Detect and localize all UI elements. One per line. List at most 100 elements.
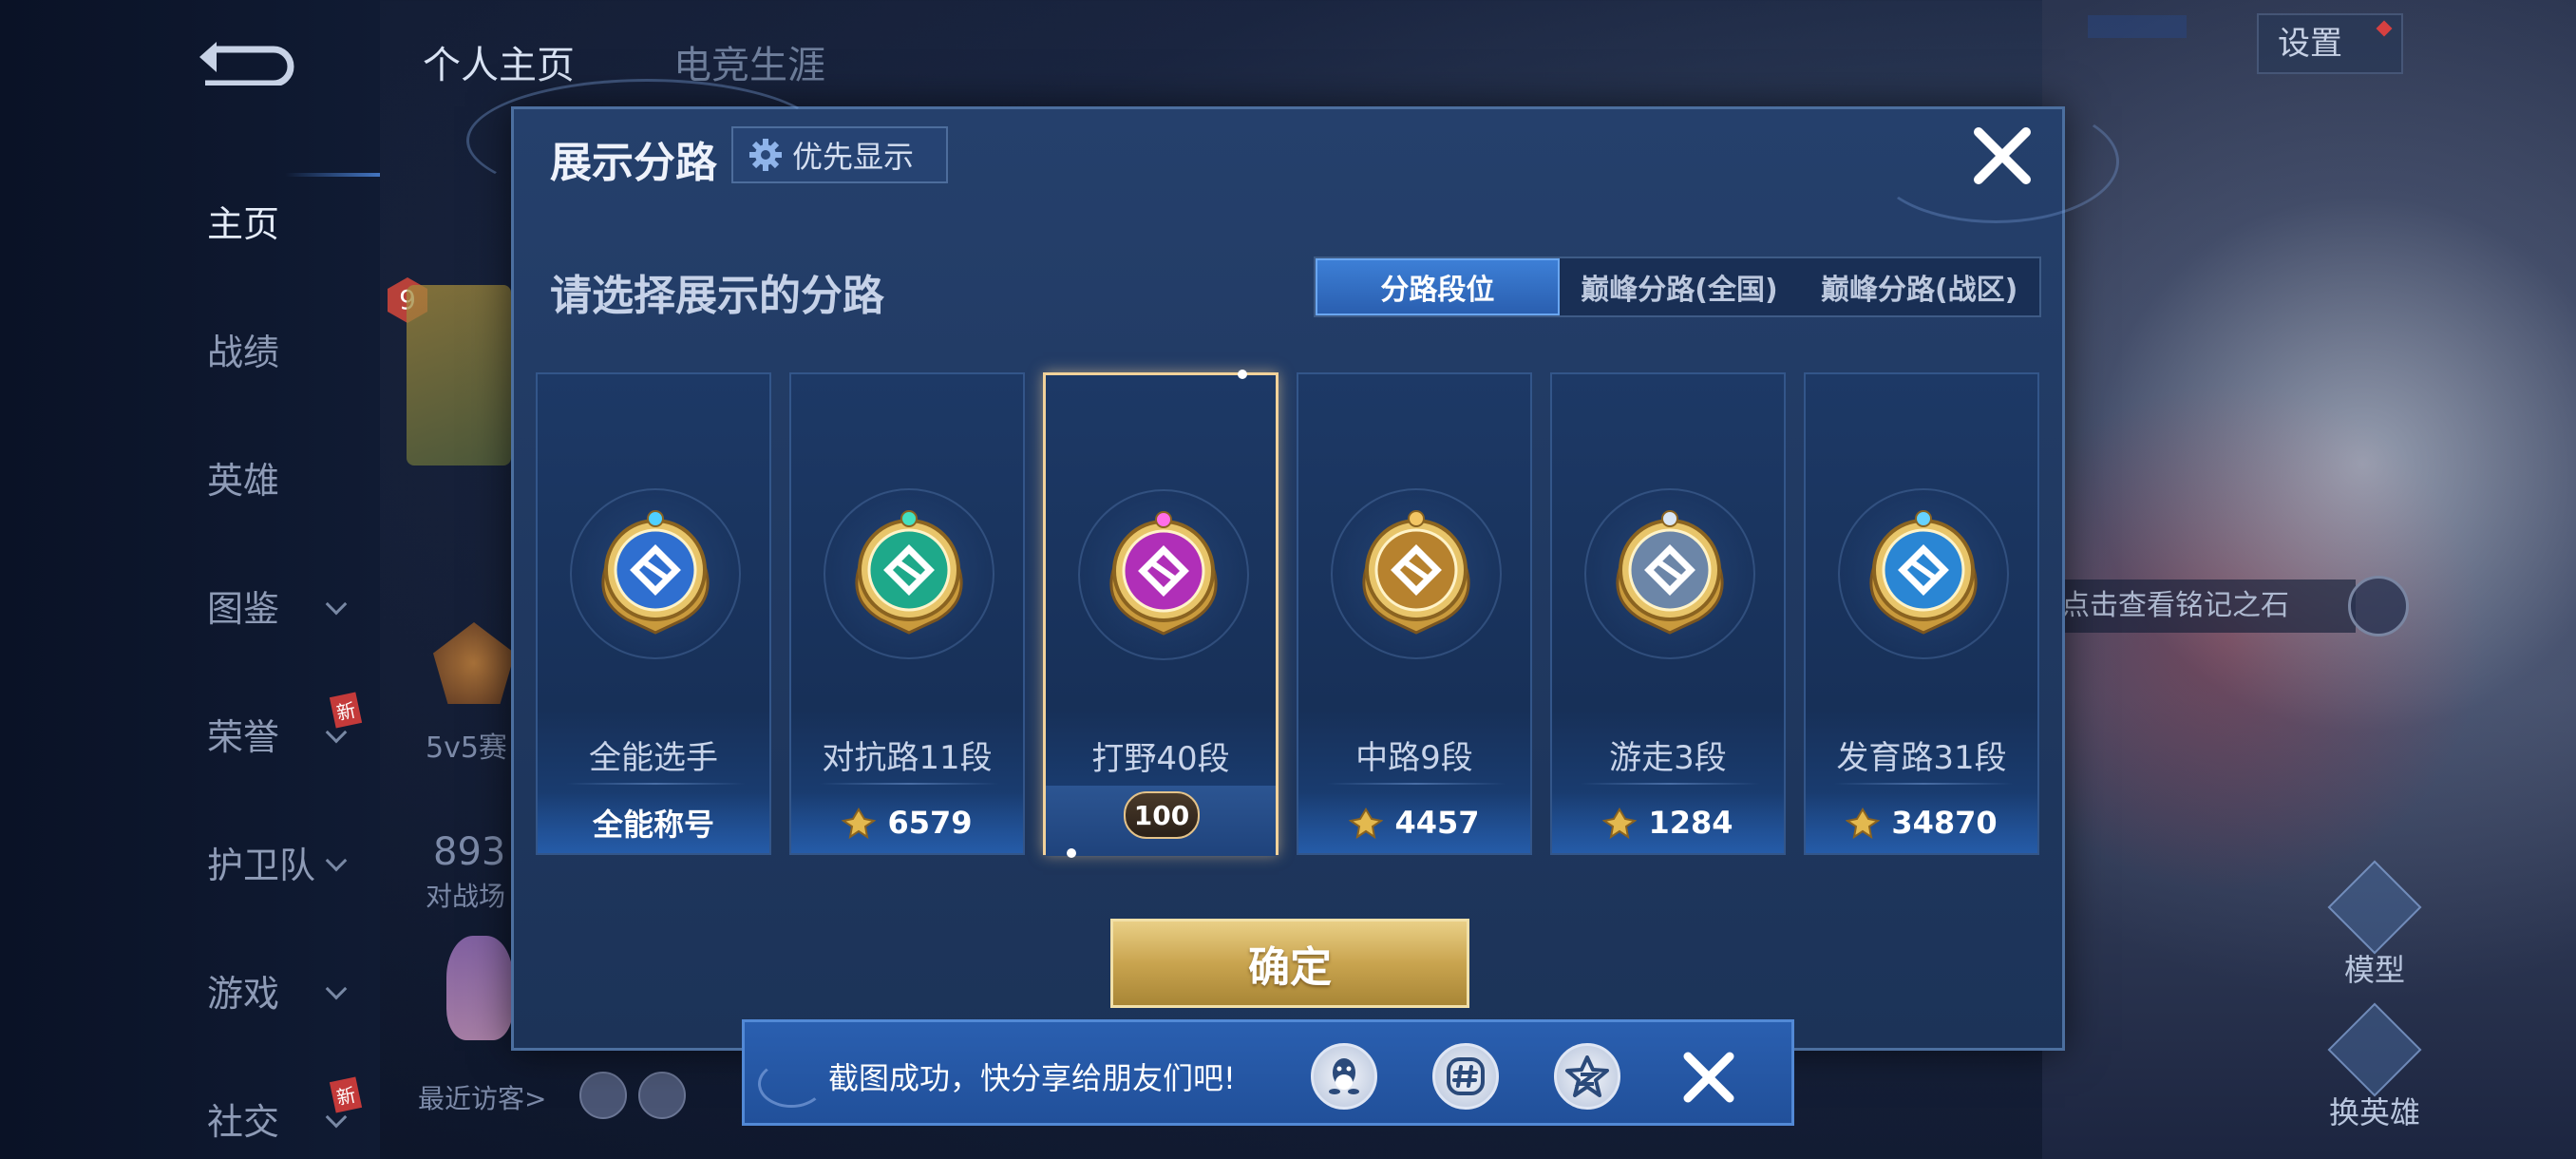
share-toast: 截图成功，快分享给朋友们吧! — [742, 1019, 1794, 1126]
lane-score: 6579 — [791, 792, 1023, 853]
switch-hero-label: 换英雄 — [2328, 1094, 2420, 1130]
chevron-down-icon — [325, 849, 348, 872]
visitor-avatar[interactable] — [579, 1072, 627, 1119]
new-badge: 新 — [329, 1076, 363, 1113]
lane-rank-badge-icon — [1097, 508, 1230, 641]
back-arrow-icon[interactable] — [198, 36, 296, 86]
gear-icon — [749, 139, 782, 171]
top-right-tag — [2088, 15, 2187, 38]
sidebar-item-label: 英雄 — [207, 460, 280, 502]
sidebar-item[interactable]: 图鉴 — [142, 542, 380, 670]
lane-type-tab[interactable]: 巅峰分路(战区) — [1799, 258, 2039, 315]
visitor-avatar[interactable] — [638, 1072, 686, 1119]
settings-button[interactable]: 设置 — [2257, 13, 2403, 74]
model-label: 模型 — [2343, 952, 2405, 988]
lane-score: 34870 — [1806, 792, 2037, 853]
lane-score: 全能称号 — [538, 792, 769, 853]
settings-label: 设置 — [2278, 25, 2342, 63]
sidebar-item-label: 战绩 — [207, 332, 280, 373]
rune-hint[interactable]: 点击查看铭记之石 — [2033, 580, 2356, 633]
lane-score-value: 6579 — [887, 805, 973, 841]
lane-score: 1284 — [1552, 792, 1784, 853]
switch-hero-icon — [2327, 1002, 2422, 1097]
sidebar: 主页 战绩 英雄 图鉴 荣誉新护卫队 游戏 社交新 — [142, 157, 380, 1159]
sidebar-item-label: 社交 — [207, 1101, 280, 1143]
lane-card[interactable]: 游走3段 1284 — [1550, 372, 1786, 855]
mode-label: 5v5赛 — [426, 732, 507, 765]
sidebar-item[interactable]: 英雄 — [142, 413, 380, 542]
lane-cards: 全能选手 全能称号 对抗路11段 6579 打野40段 100 中路9段 4457 游走3段 12… — [536, 370, 2046, 858]
decorative-swirl — [758, 1060, 824, 1108]
lane-rank-badge-icon — [1857, 507, 1990, 640]
tab-personal-home[interactable]: 个人主页 — [423, 34, 575, 89]
corner-dot — [1067, 848, 1076, 858]
lane-name: 全能选手 — [589, 739, 718, 777]
rune-stone-icon[interactable] — [2348, 576, 2409, 636]
divider — [1581, 783, 1759, 785]
lane-score: 4457 — [1298, 792, 1530, 853]
corner-dot — [1238, 370, 1247, 379]
sidebar-item[interactable]: 游戏 — [142, 926, 380, 1054]
close-icon[interactable] — [1680, 1049, 1737, 1106]
lane-score-value: 全能称号 — [592, 807, 714, 843]
switch-hero-button[interactable]: 换英雄 — [2318, 1002, 2432, 1132]
selected-banner: 100 — [1046, 786, 1276, 856]
peak-score-icon — [1602, 806, 1638, 840]
qq-icon[interactable] — [1311, 1043, 1377, 1110]
stat-number: 893 — [433, 830, 506, 874]
sidebar-item[interactable]: 护卫队 — [142, 798, 380, 926]
divider — [566, 783, 745, 785]
lane-type-tab[interactable]: 巅峰分路(全国) — [1560, 258, 1800, 315]
sidebar-item-label: 主页 — [207, 203, 280, 245]
lane-type-tabs: 分路段位 巅峰分路(全国) 巅峰分路(战区) — [1314, 256, 2041, 317]
sidebar-item-label: 荣誉 — [207, 716, 280, 758]
lane-card[interactable]: 打野40段 100 — [1043, 370, 1279, 858]
sidebar-item-label: 护卫队 — [207, 845, 316, 886]
priority-display-label: 优先显示 — [792, 139, 915, 175]
divider — [1327, 783, 1506, 785]
qzone-icon[interactable] — [1554, 1043, 1620, 1110]
sidebar-item[interactable]: 战绩 — [142, 285, 380, 413]
sidebar-item[interactable]: 社交 新 — [142, 1054, 380, 1159]
lane-card[interactable]: 中路9段 4457 — [1297, 372, 1532, 855]
lane-name: 游走3段 — [1609, 739, 1727, 777]
stat-label: 对战场 — [426, 881, 506, 912]
lane-score-value: 34870 — [1891, 805, 1998, 841]
lane-type-tab[interactable]: 分路段位 — [1316, 258, 1560, 315]
hashtag-icon[interactable] — [1432, 1043, 1499, 1110]
lane-card[interactable]: 全能选手 全能称号 — [536, 372, 771, 855]
visitor-avatars — [579, 1072, 686, 1119]
peak-score-icon — [842, 806, 877, 840]
lane-rank-badge-icon — [1350, 507, 1483, 640]
sidebar-item[interactable]: 荣誉 新 — [142, 670, 380, 798]
avatar[interactable] — [407, 285, 511, 466]
sidebar-item-label: 游戏 — [207, 973, 280, 1015]
model-icon — [2327, 860, 2422, 955]
peak-score-icon — [1349, 806, 1384, 840]
lane-name: 中路9段 — [1355, 739, 1473, 777]
new-badge: 新 — [329, 692, 363, 729]
share-message: 截图成功，快分享给朋友们吧! — [828, 1060, 1236, 1096]
priority-display-button[interactable]: 优先显示 — [731, 126, 948, 183]
sidebar-item[interactable]: 主页 — [142, 157, 380, 285]
divider — [1834, 783, 2013, 785]
dialog-title: 展示分路 — [550, 139, 717, 187]
rank-star-value: 100 — [1124, 791, 1200, 839]
notification-dot-icon — [2376, 20, 2393, 37]
lane-score-value: 1284 — [1648, 805, 1733, 841]
lane-card[interactable]: 发育路31段 34870 — [1804, 372, 2039, 855]
lane-card[interactable]: 对抗路11段 6579 — [789, 372, 1025, 855]
dialog-prompt: 请选择展示的分路 — [550, 272, 884, 320]
lane-rank-badge-icon — [843, 507, 975, 640]
peak-score-icon — [1846, 806, 1881, 840]
lane-name: 发育路31段 — [1836, 739, 2007, 777]
chevron-down-icon — [325, 978, 348, 1000]
close-icon[interactable] — [1969, 123, 2036, 189]
confirm-button[interactable]: 确定 — [1110, 919, 1469, 1008]
sidebar-item-label: 图鉴 — [207, 588, 280, 630]
lane-rank-badge-icon — [1603, 507, 1736, 640]
display-lane-dialog: 展示分路 优先显示 请选择展示的分路 分路段位 巅峰分路(全国) 巅峰分路(战区) … — [466, 79, 2119, 1051]
lane-name: 对抗路11段 — [822, 739, 993, 777]
model-button[interactable]: 模型 — [2318, 860, 2432, 990]
recent-visitors-link[interactable]: 最近访客> — [418, 1078, 546, 1116]
